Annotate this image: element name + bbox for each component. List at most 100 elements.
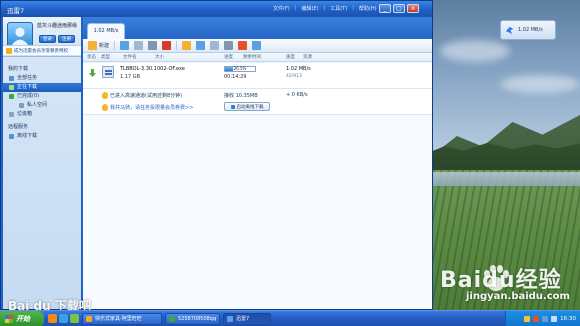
tab-speed[interactable]: 1.02 MB/s xyxy=(87,23,125,39)
taskbar-button-thunder[interactable]: 迅雷7 xyxy=(223,313,271,325)
taskbar-button-aliwangwang[interactable]: 快乐式家具-阿里旺旺 xyxy=(82,313,162,325)
more-icon[interactable] xyxy=(252,41,262,50)
toolbar-separator xyxy=(176,41,178,50)
ie-icon[interactable] xyxy=(59,314,68,323)
close-button[interactable]: x xyxy=(407,4,419,13)
taskbar-button-qq[interactable]: 5258708508qq xyxy=(165,313,220,325)
system-tray: 16:30 xyxy=(505,311,580,326)
lightbulb-icon xyxy=(102,92,108,99)
vip-promo-text: 成为迅雷会员享受尊贵特权 xyxy=(14,48,68,54)
column-status[interactable]: 状态 xyxy=(87,54,96,60)
sidebar: 蓝灰斗趣迷雨那缘 登录 注册 成为迅雷会员享受尊贵特权 我的下载 全部任务 正在… xyxy=(3,17,81,309)
menu-tools[interactable]: 工具(T) xyxy=(328,5,349,12)
pause-icon[interactable] xyxy=(148,41,158,50)
trash-icon xyxy=(9,112,14,117)
network-icon[interactable] xyxy=(524,316,531,322)
thunder-icon xyxy=(227,316,233,322)
nav-header-remote[interactable]: 远程服务 xyxy=(3,123,81,132)
file-type-icon xyxy=(102,66,114,78)
floating-speed-widget[interactable]: 1.02 MB/s xyxy=(500,20,556,40)
new-task-button[interactable]: 新建 xyxy=(88,41,109,51)
menu-file[interactable]: 文件(F) xyxy=(271,5,292,12)
task-peers: 42/913 xyxy=(286,74,302,79)
sidebar-nav: 我的下载 全部任务 正在下载 已完成(0) 私人空间 垃圾箱 远程服务 离线下载 xyxy=(3,65,81,141)
taskbar-button-label: 快乐式家具-阿里旺旺 xyxy=(95,316,142,322)
offline-icon xyxy=(230,104,235,109)
volume-icon[interactable] xyxy=(551,316,558,322)
accel-status-text: 已进入高速通道(试用还剩8分钟) xyxy=(110,93,183,99)
nav-header-my-downloads[interactable]: 我的下载 xyxy=(3,65,81,74)
column-filename[interactable]: 文件名 xyxy=(123,54,137,60)
play-disabled-icon[interactable] xyxy=(134,41,144,50)
window-icon[interactable] xyxy=(196,41,206,50)
toolbar: 新建 xyxy=(83,39,432,53)
start-label: 开始 xyxy=(16,315,30,323)
acceleration-row: 已进入高速通道(试用还剩8分钟) 我共马骑，请任务投限量会员券费>> 接收 10… xyxy=(83,89,432,115)
menu-separator: | xyxy=(352,5,354,11)
new-folder-icon xyxy=(88,41,97,50)
sidebar-item-trash[interactable]: 垃圾箱 xyxy=(3,110,81,119)
taskbar-button-label: 5258708508qq xyxy=(178,316,217,322)
menu-help[interactable]: 帮助(H) xyxy=(357,5,379,12)
sidebar-item-offline-download[interactable]: 离线下载 xyxy=(3,132,81,141)
column-peers[interactable]: 资源 xyxy=(303,54,312,60)
new-task-label: 新建 xyxy=(99,43,110,49)
task-size: 1.17 GB xyxy=(120,74,141,80)
column-progress[interactable]: 进度 xyxy=(224,54,233,60)
column-remaining[interactable]: 剩余时间 xyxy=(243,54,261,60)
start-offline-download-button[interactable]: 启动离线下载 xyxy=(224,102,270,111)
delete-icon[interactable] xyxy=(162,41,172,50)
app-title: 迅雷7 xyxy=(7,7,25,15)
sidebar-item-label: 私人空间 xyxy=(27,102,48,108)
open-folder-icon[interactable] xyxy=(182,41,192,50)
cloud xyxy=(440,40,510,62)
register-button[interactable]: 注册 xyxy=(58,35,75,43)
toolbar-separator xyxy=(114,41,116,50)
lightbulb-icon xyxy=(102,104,108,111)
column-speed[interactable]: 速度 xyxy=(286,54,295,60)
start-button[interactable]: 开始 xyxy=(0,311,44,326)
qq-icon xyxy=(169,316,175,322)
thunder-bird-icon xyxy=(505,26,514,34)
task-speed: 1.02 MB/s xyxy=(286,66,311,72)
profile-panel: 蓝灰斗趣迷雨那缘 登录 注册 成为迅雷会员享受尊贵特权 xyxy=(3,17,81,57)
accel-speed: + 0 KB/s xyxy=(286,92,308,98)
progress-text: 26.5% xyxy=(233,66,247,71)
sidebar-item-downloading[interactable]: 正在下载 xyxy=(3,83,81,92)
minimize-button[interactable]: _ xyxy=(379,4,391,13)
vip-icon[interactable] xyxy=(238,41,248,50)
sidebar-item-private-space[interactable]: 私人空间 xyxy=(3,101,81,110)
task-list-empty-area[interactable] xyxy=(83,115,432,309)
sidebar-item-label: 全部任务 xyxy=(17,75,38,81)
task-remaining-time: 00:14:29 xyxy=(224,74,247,80)
crown-icon xyxy=(6,47,12,54)
vip-coupon-link[interactable]: 我共马骑，请任务投限量会员券费>> xyxy=(110,104,193,111)
vip-promo-banner[interactable]: 成为迅雷会员享受尊贵特权 xyxy=(3,45,81,55)
clock[interactable]: 16:30 xyxy=(560,316,576,322)
title-bar[interactable]: 迅雷7 文件(F) | 编辑(E) | 工具(T) | 帮助(H) _ □ x xyxy=(1,1,432,17)
settings-gear-icon[interactable] xyxy=(224,41,234,50)
sidebar-item-label: 正在下载 xyxy=(17,84,38,90)
baidu-watermark-url: jingyan.baidu.com xyxy=(466,291,570,302)
chat-icon xyxy=(86,316,92,322)
antivirus-icon[interactable] xyxy=(533,316,540,322)
browser-icon[interactable] xyxy=(48,314,57,323)
floating-speed-label: 1.02 MB/s xyxy=(518,27,543,33)
profile-buttons: 登录 注册 xyxy=(39,35,75,43)
lock-icon xyxy=(19,103,24,108)
sidebar-item-all-tasks[interactable]: 全部任务 xyxy=(3,74,81,83)
play-icon[interactable] xyxy=(120,41,130,50)
menu-edit[interactable]: 编辑(E) xyxy=(299,5,320,12)
thunder-tray-icon[interactable] xyxy=(542,316,549,322)
column-type[interactable]: 类型 xyxy=(101,54,110,60)
thunder-window: 迅雷7 文件(F) | 编辑(E) | 工具(T) | 帮助(H) _ □ x … xyxy=(0,0,433,310)
list-icon[interactable] xyxy=(210,41,220,50)
task-filename: TLBBOL-3.30.1002-OF.exe xyxy=(120,66,185,72)
column-size[interactable]: 大小 xyxy=(155,54,164,60)
maximize-button[interactable]: □ xyxy=(393,4,405,13)
login-button[interactable]: 登录 xyxy=(39,35,56,43)
sidebar-item-label: 已完成(0) xyxy=(17,93,40,99)
sidebar-item-completed[interactable]: 已完成(0) xyxy=(3,92,81,101)
desktop-icon[interactable] xyxy=(70,314,79,323)
table-row[interactable]: TLBBOL-3.30.1002-OF.exe 1.17 GB 26.5% 00… xyxy=(83,63,432,89)
